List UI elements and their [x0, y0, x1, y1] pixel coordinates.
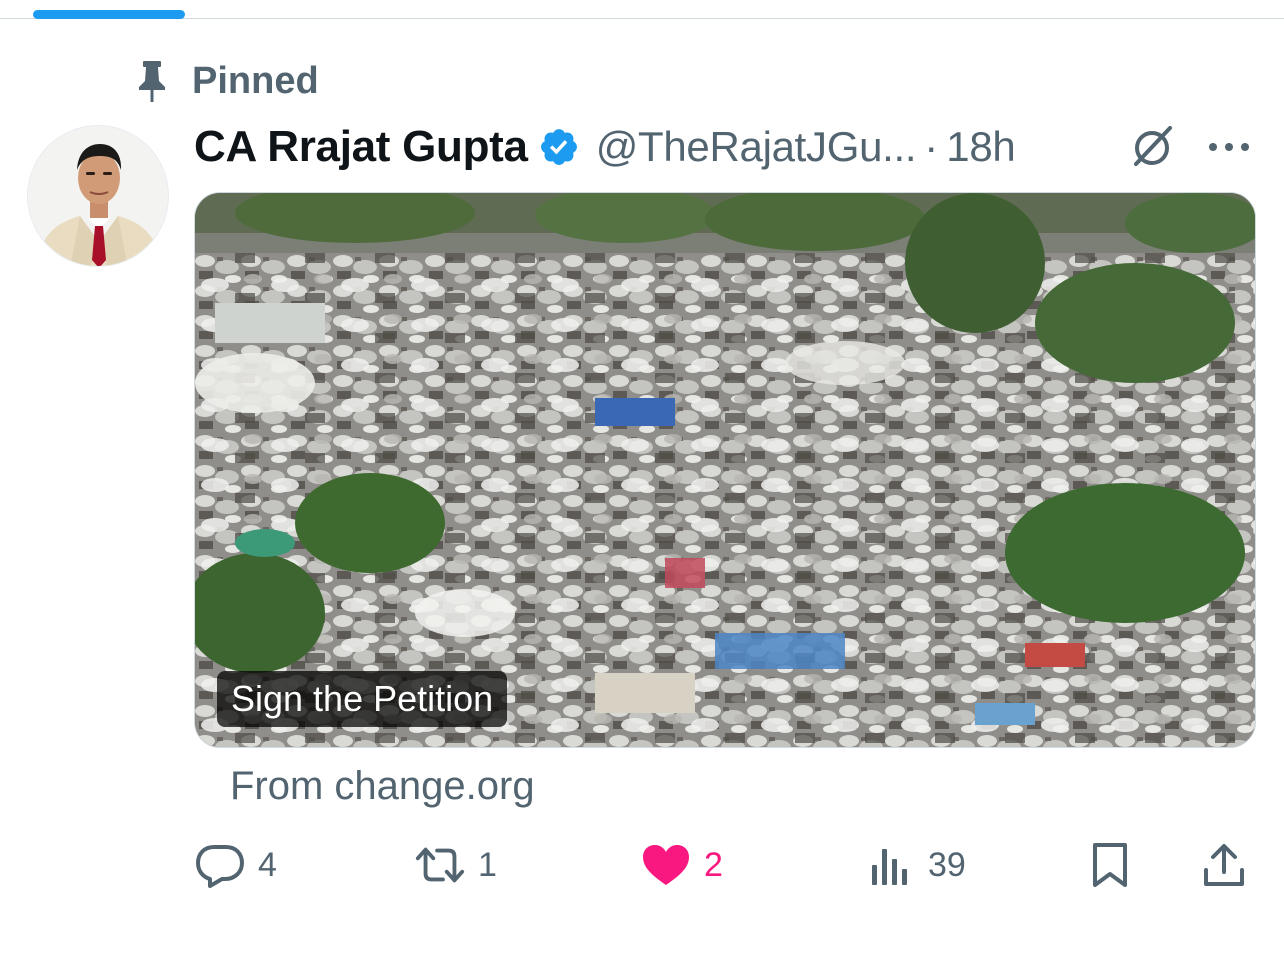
- bookmark-icon: [1084, 839, 1136, 891]
- author-handle[interactable]: @TheRajatJGu...: [596, 123, 917, 171]
- card-source[interactable]: From change.org: [230, 764, 535, 809]
- tab-bar-divider: [0, 18, 1284, 19]
- views-button[interactable]: 39: [864, 835, 966, 895]
- tweet-header: CA Rrajat Gupta @TheRajatJGu... · 18h: [194, 118, 1254, 176]
- grok-icon[interactable]: [1128, 122, 1178, 172]
- avatar[interactable]: [27, 125, 169, 267]
- repost-icon: [414, 839, 466, 891]
- bookmark-button[interactable]: [1084, 835, 1136, 895]
- views-icon: [864, 839, 916, 891]
- verified-badge-icon[interactable]: [538, 125, 582, 169]
- action-bar: 4 1 2 39: [194, 835, 1256, 895]
- repost-button[interactable]: 1: [414, 835, 497, 895]
- like-count: 2: [704, 845, 723, 884]
- card-title: Sign the Petition: [217, 671, 508, 727]
- reply-button[interactable]: 4: [194, 835, 277, 895]
- heart-icon: [640, 839, 692, 891]
- more-icon[interactable]: [1204, 122, 1254, 172]
- separator-dot: ·: [924, 123, 939, 170]
- author-name[interactable]: CA Rrajat Gupta: [194, 122, 528, 172]
- card-image: [195, 193, 1255, 747]
- like-button[interactable]: 2: [640, 835, 723, 895]
- active-tab-indicator: [33, 10, 185, 19]
- pinned-label: Pinned: [192, 59, 319, 102]
- reply-count: 4: [258, 845, 277, 884]
- reply-icon: [194, 839, 246, 891]
- repost-count: 1: [478, 845, 497, 884]
- views-count: 39: [928, 845, 966, 884]
- link-card[interactable]: Sign the Petition: [194, 192, 1256, 748]
- pin-icon: [132, 58, 172, 104]
- timestamp[interactable]: 18h: [946, 123, 1015, 171]
- share-icon: [1198, 839, 1250, 891]
- pinned-indicator: Pinned: [132, 58, 319, 104]
- share-button[interactable]: [1198, 835, 1250, 895]
